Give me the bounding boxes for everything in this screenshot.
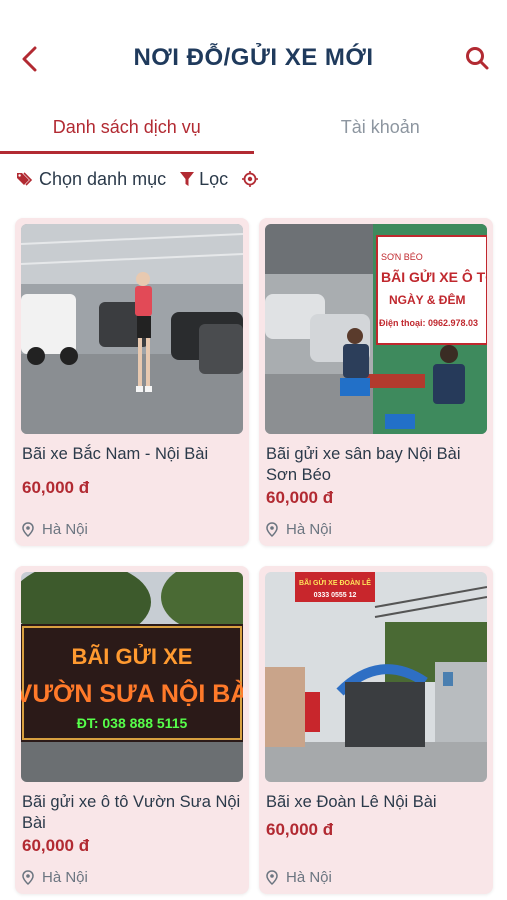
parking-photo: BÃI GỬI XE VƯỜN SƯA NỘI BÀ ĐT: 038 888 5… (21, 572, 243, 782)
parking-price: 60,000 đ (22, 836, 90, 855)
parking-photo (21, 224, 243, 434)
parking-name: Bãi gửi xe sân bay Nội Bài Sơn Béo (266, 445, 461, 484)
locate-icon (242, 171, 259, 187)
tab-bar: Danh sách dịch vụ Tài khoản (0, 100, 507, 154)
parking-price: 60,000 đ (266, 488, 334, 507)
parking-location: Hà Nội (266, 869, 332, 886)
parking-location: Hà Nội (22, 869, 88, 886)
location-button[interactable] (242, 171, 259, 187)
parking-photo: BÃI GỬI XE ĐOÀN LÊ 0333 0555 12 (265, 572, 487, 782)
search-button[interactable] (461, 42, 493, 74)
tags-icon (17, 172, 33, 186)
map-pin-icon (22, 870, 34, 885)
parking-photo: SƠN BÉO BÃI GỬI XE Ô TÔ NGÀY & ĐÊM Điện … (265, 224, 487, 434)
page-title: NƠI ĐỖ/GỬI XE MỚI (133, 44, 374, 71)
filter-label: Lọc (199, 168, 229, 189)
tab-service-list[interactable]: Danh sách dịch vụ (0, 100, 254, 154)
sign-text: ĐT: 038 888 5115 (77, 715, 188, 731)
parking-card[interactable]: BÃI GỬI XE ĐOÀN LÊ 0333 0555 12 Bãi xe Đ… (259, 566, 493, 894)
sign-text: VƯỜN SƯA NỘI BÀ (21, 678, 243, 708)
parking-card[interactable]: SƠN BÉO BÃI GỬI XE Ô TÔ NGÀY & ĐÊM Điện … (259, 218, 493, 546)
search-icon (466, 47, 489, 70)
parking-location: Hà Nội (266, 521, 332, 538)
app-header: NƠI ĐỖ/GỬI XE MỚI (0, 0, 507, 110)
sign-text: Điện thoại: 0962.978.03 (379, 318, 478, 328)
sign-text: BÃI GỬI XE Ô TÔ (381, 268, 487, 285)
funnel-icon (180, 172, 195, 186)
filter-bar: Chọn danh mục Lọc (16, 164, 259, 194)
category-selector[interactable]: Chọn danh mục (16, 169, 166, 190)
sign-text: 0333 0555 12 (314, 592, 357, 599)
map-pin-icon (266, 870, 278, 885)
back-button[interactable] (14, 44, 44, 74)
parking-card[interactable]: Bãi xe Bắc Nam - Nội Bài 60,000 đ Hà Nội (15, 218, 249, 546)
category-label: Chọn danh mục (39, 168, 167, 189)
parking-name: Bãi xe Đoàn Lê Nội Bài (266, 793, 437, 811)
parking-price: 60,000 đ (266, 820, 334, 839)
map-pin-icon (22, 522, 34, 537)
sign-text: BÃI GỬI XE ĐOÀN LÊ (299, 578, 371, 587)
parking-name: Bãi xe Bắc Nam - Nội Bài (22, 445, 209, 463)
parking-card[interactable]: BÃI GỬI XE VƯỜN SƯA NỘI BÀ ĐT: 038 888 5… (15, 566, 249, 894)
sign-text: BÃI GỬI XE (72, 644, 193, 669)
tab-account[interactable]: Tài khoản (254, 100, 507, 154)
filter-button[interactable]: Lọc (180, 169, 228, 190)
sign-text: NGÀY & ĐÊM (389, 292, 465, 307)
sign-text: SƠN BÉO (381, 252, 423, 262)
parking-price: 60,000 đ (22, 478, 90, 497)
map-pin-icon (266, 522, 278, 537)
parking-location: Hà Nội (22, 521, 88, 538)
chevron-left-icon (22, 46, 37, 72)
parking-name: Bãi gửi xe ô tô Vườn Sưa Nội Bài (22, 793, 241, 832)
